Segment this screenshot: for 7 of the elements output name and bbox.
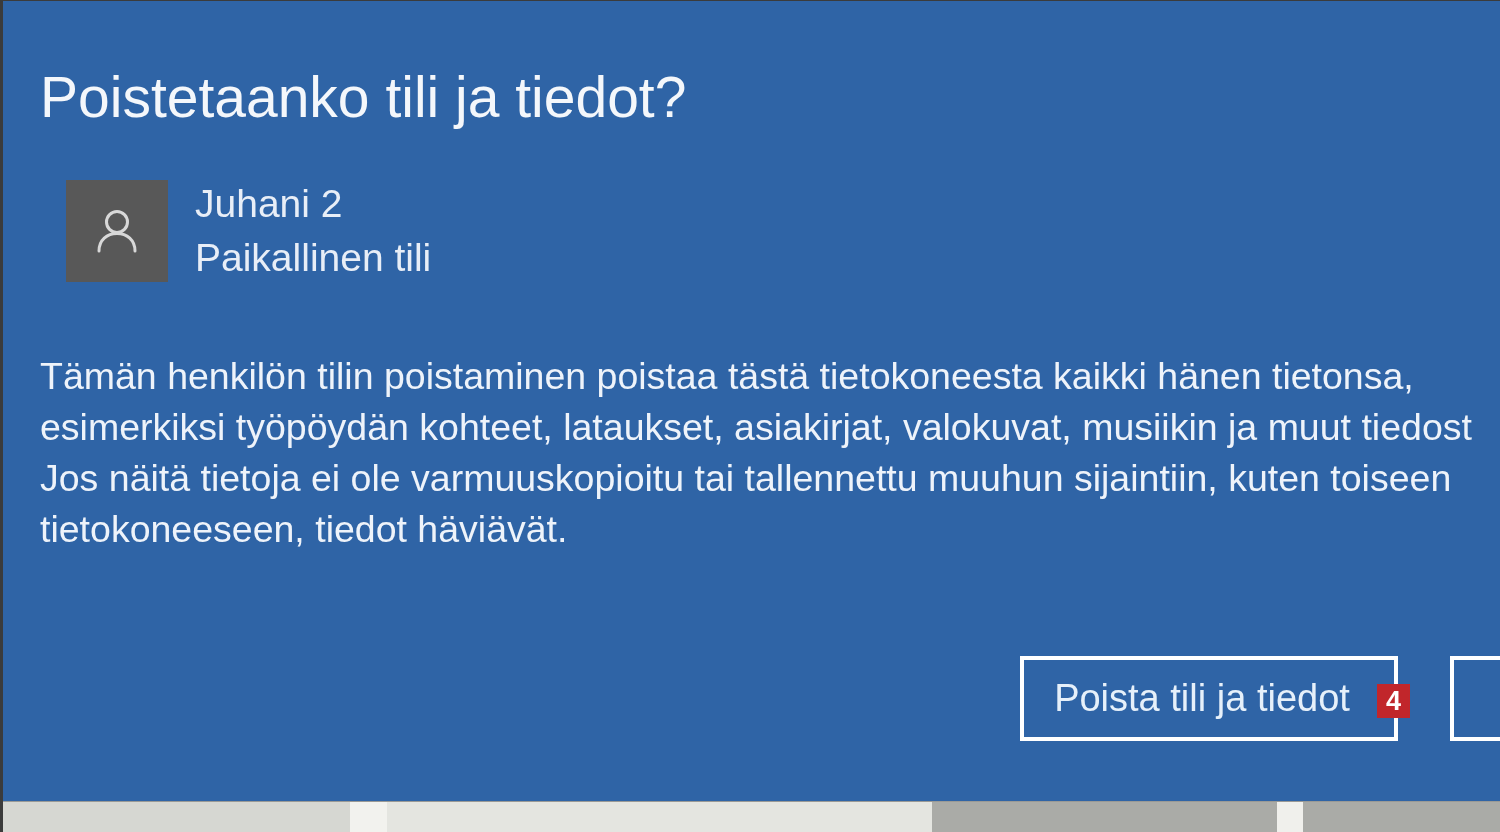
dialog-button[interactable] [1450,656,1500,741]
account-type: Paikallinen tili [195,235,432,281]
step-marker: 4 [1377,684,1410,718]
warning-text: Tämän henkilön tilin poistaminen poistaa tästä tietokoneesta kaikki hänen tietonsa, esimerkiksi työpöydän kohteet, lataukset, asiakirjat, valokuvat, musiikin ja muut tiedost Jos näitä tietoja ei ole varmuuskopioitu tai tallennettu muuhun sijaintiin, kuten toiseen tietokoneeseen, tiedot häviävät. [40,354,1472,552]
dialog-title: Poistetaanko tili ja tiedot? [40,64,687,131]
user-avatar-icon [66,180,168,282]
account-name: Juhani 2 [195,181,343,227]
